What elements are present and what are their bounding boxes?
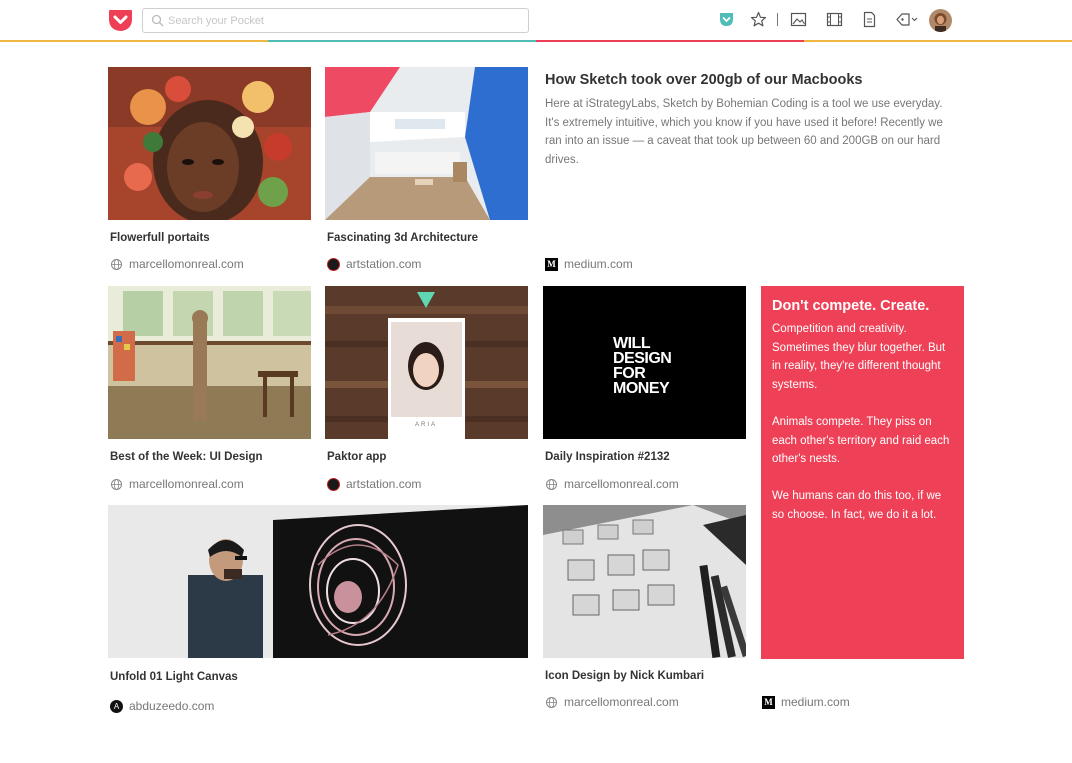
item-source-label: marcellomonreal.com [564, 477, 679, 491]
item-source-label: medium.com [564, 257, 633, 271]
item-source[interactable]: marcellomonreal.com [110, 477, 244, 491]
item-thumbnail-paktor[interactable]: ARIA [325, 286, 528, 439]
globe-icon [111, 478, 122, 490]
quote-card-paragraph: Animals compete. They piss on each other… [772, 415, 950, 466]
medium-favicon-icon: M [545, 257, 558, 271]
item-source-label: medium.com [781, 695, 850, 709]
quote-card-paragraph: We humans can do this too, if we so choo… [772, 490, 942, 521]
item-source[interactable]: marcellomonreal.com [110, 257, 244, 271]
item-source[interactable]: artstation.com [327, 477, 421, 491]
search-box[interactable] [142, 8, 529, 33]
star-icon[interactable] [750, 11, 767, 28]
pocket-logo-icon[interactable] [108, 8, 133, 32]
item-source[interactable]: A abduzeedo.com [110, 699, 214, 713]
item-thumbnail-flowerfull[interactable] [108, 67, 311, 220]
item-title[interactable]: Best of the Week: UI Design [110, 451, 263, 463]
chevron-down-icon [911, 17, 918, 22]
item-source[interactable]: marcellomonreal.com [545, 477, 679, 491]
item-source[interactable]: M medium.com [762, 695, 850, 709]
item-source[interactable]: M medium.com [545, 257, 633, 271]
article-title[interactable]: How Sketch took over 200gb of our Macboo… [545, 72, 862, 88]
abduzeedo-favicon-icon: A [110, 699, 123, 713]
item-source-label: marcellomonreal.com [129, 477, 244, 491]
medium-favicon-icon: M [762, 695, 775, 709]
globe-icon [546, 696, 557, 708]
quote-card-paragraph: Competition and creativity. Sometimes th… [772, 323, 946, 391]
artstation-favicon-icon [327, 257, 340, 271]
tag-icon[interactable] [895, 11, 919, 28]
item-title[interactable]: Unfold 01 Light Canvas [110, 671, 238, 683]
search-input[interactable] [168, 12, 518, 30]
artstation-favicon-icon [327, 477, 340, 491]
quote-card[interactable]: Don't compete. Create. Competition and c… [761, 286, 964, 659]
item-thumbnail-architecture[interactable] [325, 67, 528, 220]
globe-icon [546, 478, 557, 490]
item-title[interactable]: Fascinating 3d Architecture [327, 232, 478, 244]
item-thumbnail-unfold[interactable] [108, 505, 528, 658]
item-source-label: marcellomonreal.com [129, 257, 244, 271]
item-thumbnail-will-design[interactable]: WILL DESIGN FOR MONEY [543, 286, 746, 439]
will-design-line-4: MONEY [613, 380, 670, 397]
quote-card-title: Don't compete. Create. [772, 298, 930, 314]
avatar[interactable] [929, 9, 952, 32]
item-source-label: artstation.com [346, 257, 422, 271]
article-excerpt: Here at iStrategyLabs, Sketch by Bohemia… [545, 98, 943, 166]
film-icon[interactable] [826, 11, 843, 28]
header-color-bar [0, 40, 1072, 42]
search-icon [151, 14, 164, 27]
item-source[interactable]: marcellomonreal.com [545, 695, 679, 709]
item-source[interactable]: artstation.com [327, 257, 421, 271]
item-title[interactable]: Flowerfull portaits [110, 232, 210, 244]
item-thumbnail-icon-design[interactable] [543, 505, 746, 658]
globe-icon [111, 258, 122, 270]
top-bar [0, 0, 1072, 40]
image-icon[interactable] [790, 11, 807, 28]
item-thumbnail-ui-design[interactable] [108, 286, 311, 439]
item-source-label: marcellomonreal.com [564, 695, 679, 709]
item-source-label: artstation.com [346, 477, 422, 491]
item-title[interactable]: Paktor app [327, 451, 386, 463]
item-title[interactable]: Daily Inspiration #2132 [545, 451, 670, 463]
header-divider [777, 13, 778, 26]
pocket-save-icon[interactable] [718, 11, 735, 28]
document-icon[interactable] [861, 11, 878, 28]
item-source-label: abduzeedo.com [129, 699, 215, 713]
item-title[interactable]: Icon Design by Nick Kumbari [545, 670, 704, 682]
paktor-card-label: ARIA [415, 422, 437, 428]
